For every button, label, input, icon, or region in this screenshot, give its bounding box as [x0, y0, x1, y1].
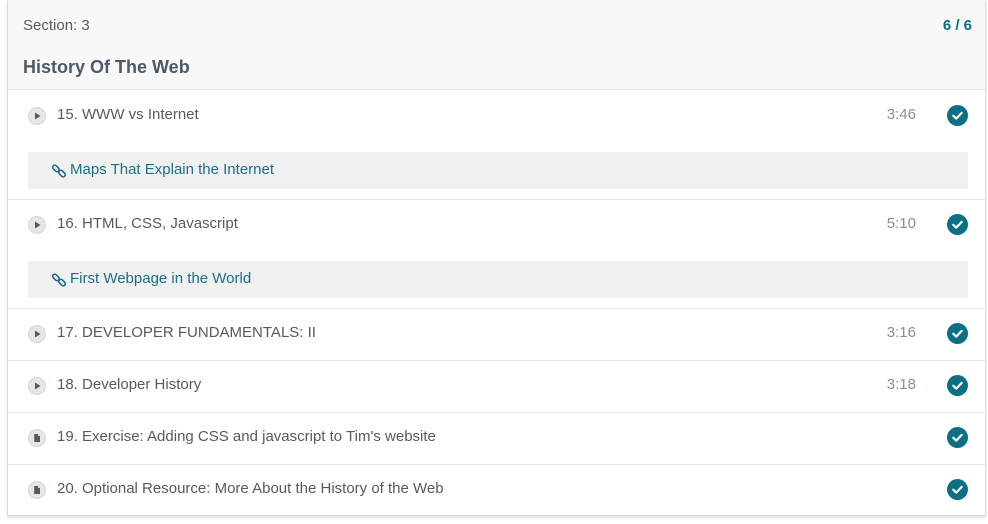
section-title: History Of The Web: [23, 57, 190, 77]
lesson-title: 17. DEVELOPER FUNDAMENTALS: II: [57, 324, 316, 341]
lesson-row: 20. Optional Resource: More About the Hi…: [8, 465, 985, 516]
completed-check-icon[interactable]: [947, 323, 968, 344]
lesson-item-17[interactable]: 17. DEVELOPER FUNDAMENTALS: II 3:16: [8, 308, 985, 360]
lesson-item-20[interactable]: 20. Optional Resource: More About the Hi…: [8, 464, 985, 516]
lesson-item-15[interactable]: 15. WWW vs Internet 3:46: [8, 90, 985, 142]
lesson-item-18[interactable]: 18. Developer History 3:18: [8, 360, 985, 412]
lesson-duration: 3:18: [886, 376, 916, 393]
completed-check-icon[interactable]: [947, 427, 968, 448]
lesson-item-16[interactable]: 16. HTML, CSS, Javascript 5:10: [8, 199, 985, 251]
lesson-title: 19. Exercise: Adding CSS and javascript …: [57, 428, 436, 445]
resource-link[interactable]: Maps That Explain the Internet: [28, 152, 968, 189]
play-icon[interactable]: [28, 377, 46, 395]
completed-check-icon[interactable]: [947, 479, 968, 500]
link-icon: [51, 163, 67, 179]
lesson-title: 16. HTML, CSS, Javascript: [57, 215, 238, 232]
lesson-row: 16. HTML, CSS, Javascript 5:10 First Web…: [8, 200, 985, 309]
section-header[interactable]: Section: 3 6 / 6 History Of The Web: [8, 0, 985, 90]
document-icon[interactable]: [28, 429, 46, 447]
resource-link-label: First Webpage in the World: [70, 270, 252, 287]
lesson-duration: 3:16: [886, 324, 916, 341]
section-card: Section: 3 6 / 6 History Of The Web 15. …: [7, 0, 986, 516]
lesson-item-19[interactable]: 19. Exercise: Adding CSS and javascript …: [8, 412, 985, 464]
lesson-row: 17. DEVELOPER FUNDAMENTALS: II 3:16: [8, 309, 985, 361]
document-icon[interactable]: [28, 481, 46, 499]
lesson-row: 19. Exercise: Adding CSS and javascript …: [8, 413, 985, 465]
lesson-title: 20. Optional Resource: More About the Hi…: [57, 480, 444, 497]
completed-check-icon[interactable]: [947, 105, 968, 126]
resource-link[interactable]: First Webpage in the World: [28, 261, 968, 298]
lesson-row: 15. WWW vs Internet 3:46 Maps That Expla…: [8, 90, 985, 200]
play-icon[interactable]: [28, 216, 46, 234]
completed-check-icon[interactable]: [947, 375, 968, 396]
lesson-duration: 3:46: [886, 106, 916, 123]
completed-check-icon[interactable]: [947, 214, 968, 235]
section-label: Section: 3: [23, 17, 90, 34]
lesson-row: 18. Developer History 3:18: [8, 361, 985, 413]
lesson-duration: 5:10: [886, 215, 916, 232]
resource-link-label: Maps That Explain the Internet: [70, 161, 275, 178]
play-icon[interactable]: [28, 107, 46, 125]
lesson-title: 18. Developer History: [57, 376, 202, 393]
section-progress-count: 6 / 6: [942, 17, 972, 34]
link-icon: [51, 272, 67, 288]
lesson-title: 15. WWW vs Internet: [57, 106, 199, 123]
play-icon[interactable]: [28, 325, 46, 343]
